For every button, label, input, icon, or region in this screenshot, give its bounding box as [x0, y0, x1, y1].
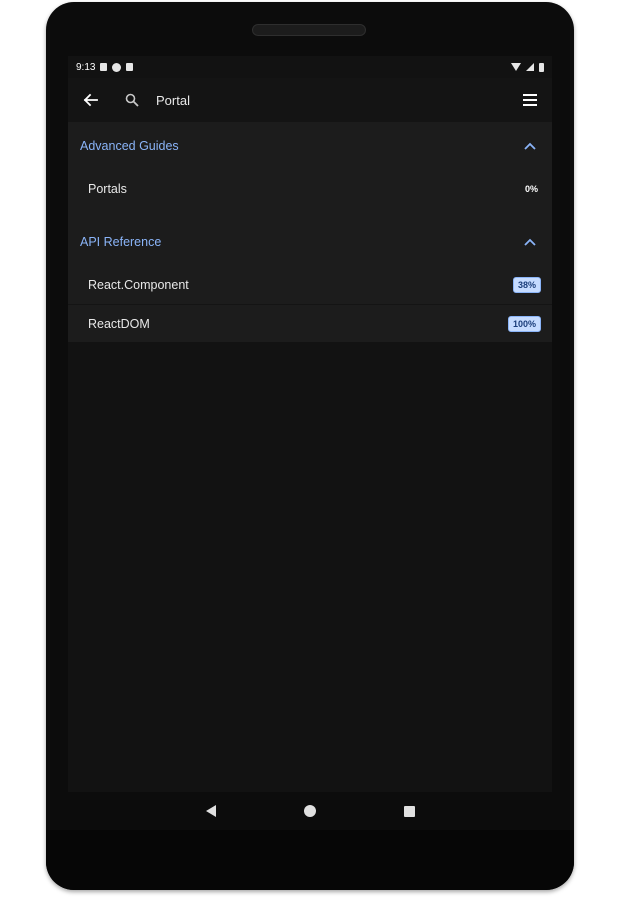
- recents-square-icon[interactable]: [403, 805, 415, 817]
- back-triangle-icon[interactable]: [205, 805, 216, 817]
- battery-icon: [539, 62, 544, 72]
- status-right: [511, 62, 544, 72]
- results-list: Advanced Guides Portals 0% API Reference…: [68, 122, 552, 342]
- phone-frame: 9:13 Portal Advanced Guides Portals 0% A…: [46, 2, 574, 890]
- sd-card-icon: [126, 63, 134, 71]
- item-label: ReactDOM: [88, 316, 150, 331]
- progress-badge: 100%: [507, 315, 541, 332]
- back-button[interactable]: [68, 78, 112, 122]
- list-item-portals[interactable]: Portals 0%: [68, 170, 552, 208]
- search-input[interactable]: Portal: [150, 93, 508, 108]
- chevron-up-icon[interactable]: [520, 136, 540, 156]
- search-button[interactable]: [114, 78, 150, 122]
- status-time: 9:13: [76, 61, 96, 73]
- section-header-advanced-guides[interactable]: Advanced Guides: [68, 122, 552, 170]
- list-item-reactdom[interactable]: ReactDOM 100%: [68, 304, 552, 342]
- chevron-up-icon[interactable]: [520, 232, 540, 252]
- navigation-bar: [68, 793, 552, 829]
- arrow-back-icon: [83, 93, 98, 107]
- search-icon: [125, 93, 139, 107]
- wifi-icon: [511, 63, 521, 71]
- phone-chin: [46, 830, 574, 890]
- item-label: React.Component: [88, 278, 189, 292]
- phone-speaker: [252, 24, 366, 36]
- section-title: API Reference: [80, 235, 162, 249]
- app-icon: [112, 62, 122, 72]
- menu-button[interactable]: [508, 78, 552, 122]
- section-divider: [68, 208, 552, 218]
- list-item-react-component[interactable]: React.Component 38%: [68, 266, 552, 304]
- progress-badge: 38%: [512, 277, 541, 293]
- item-label: Portals: [88, 182, 127, 196]
- section-header-api-reference[interactable]: API Reference: [68, 218, 552, 266]
- device-screen: 9:13 Portal Advanced Guides Portals 0% A…: [68, 56, 552, 792]
- section-title: Advanced Guides: [80, 139, 179, 153]
- home-circle-icon[interactable]: [303, 805, 316, 817]
- progress-label: 0%: [524, 184, 538, 194]
- signal-icon: [526, 63, 534, 71]
- search-toolbar: Portal: [68, 78, 552, 122]
- menu-icon: [523, 94, 537, 106]
- status-left: 9:13: [76, 61, 134, 73]
- status-bar: 9:13: [68, 56, 552, 78]
- notification-icon: [100, 63, 108, 71]
